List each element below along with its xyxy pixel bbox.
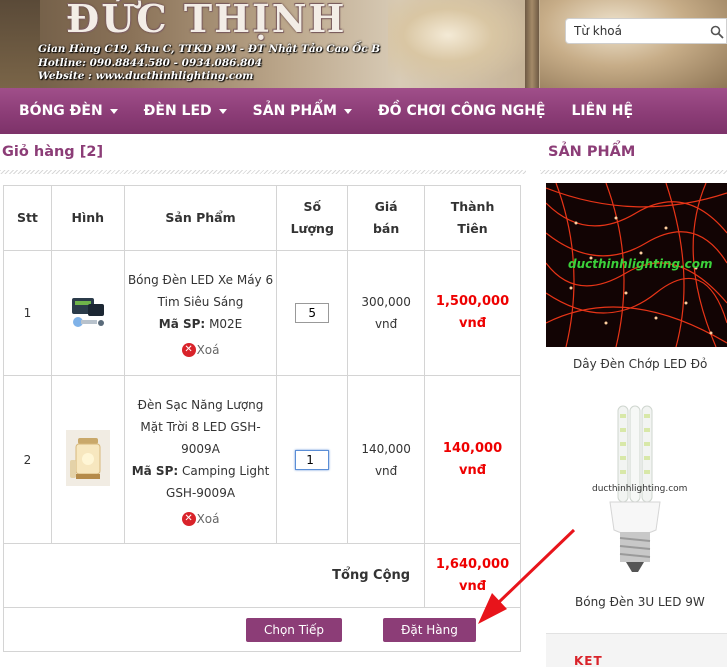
col-header-stt: Stt [3, 185, 52, 251]
remove-icon: ✕ [181, 343, 196, 357]
table-row: 2 Đèn Sạc Năng Lượng Mặt Trời 8 LED GSH-… [3, 375, 521, 544]
cart-title: Giỏ hàng [2] [2, 144, 104, 160]
chevron-down-icon [109, 108, 118, 114]
sum-label: Tổng Cộng [2, 543, 426, 608]
main-nav: BÓNG ĐÈN ĐÈN LED SẢN PHẨM ĐỒ CHƠI CÔNG N… [0, 88, 727, 134]
product-image-solar-lantern[interactable] [65, 430, 110, 486]
table-header-row: Stt Hình Sản Phẩm Số Lượng Giá bán Thành Ti… [3, 185, 521, 251]
price-unit: vnđ [374, 463, 398, 478]
product-cell: Bóng Đèn LED Xe Máy 6 Tim Siêu Sáng Mã S… [123, 250, 278, 376]
header-banner: ĐỨC THỊNH Gian Hàng C19, Khu C, TTKD ĐM … [0, 0, 727, 88]
nav-item-bong-den[interactable]: BÓNG ĐÈN [19, 103, 118, 119]
title-divider [540, 170, 727, 174]
price-unit: vnđ [374, 317, 398, 331]
sidebar-title: SẢN PHẨM [548, 144, 636, 160]
remove-item-button[interactable]: ✕ Xoá [181, 343, 220, 357]
summary-row: Tổng Cộng 1,640,000 vnđ [2, 543, 521, 608]
chevron-down-icon [343, 108, 352, 114]
banner-photo-left [0, 0, 40, 88]
product-name[interactable]: Đèn Sạc Năng Lượng Mặt Trời 8 LED GSH-90… [125, 394, 277, 460]
nav-item-den-led[interactable]: ĐÈN LED [144, 103, 227, 119]
image-watermark: ducthinhlighting.com [568, 257, 713, 271]
quantity-input[interactable] [295, 449, 330, 470]
product-thumbnail[interactable] [50, 250, 125, 376]
remove-label: Xoá [196, 343, 220, 357]
quantity-input[interactable] [295, 303, 330, 323]
row-stt: 1 [3, 250, 52, 376]
line-total: 140,000 [442, 440, 503, 456]
store-address: Gian Hàng C19, Khu C, TTKD ĐM - ĐT Nhật … [38, 43, 381, 55]
total-unit: vnđ [459, 316, 487, 331]
chevron-down-icon [218, 108, 227, 114]
sum-cell: 1,640,000 vnđ [424, 543, 521, 608]
unit-price: 140,000 [361, 441, 411, 456]
grand-total-unit: vnđ [459, 578, 487, 594]
price-cell: 300,000 vnđ [347, 250, 426, 376]
store-hotline: Hotline: 090.8844.580 - 0934.086.804 [38, 57, 263, 69]
search-icon[interactable] [710, 25, 724, 39]
search-box [565, 18, 727, 44]
brand-logo-text[interactable]: ĐỨC THỊNH [66, 0, 346, 41]
sidebar-product-image-3u-led[interactable]: ducthinhlighting.com [580, 400, 690, 582]
row-stt: 2 [3, 375, 52, 544]
product-code: Mã SP: M02E [158, 317, 243, 331]
total-cell: 140,000 vnđ [424, 375, 521, 544]
sidebar-product-image-red-led-string[interactable]: ducthinhlighting.com [546, 183, 727, 347]
table-row: 1 Bóng Đèn LED Xe Máy 6 Tim Siêu Sáng Mã… [3, 250, 521, 376]
nav-item-label: ĐỒ CHƠI CÔNG NGHỆ [377, 103, 546, 119]
remove-item-button[interactable]: ✕ Xoá [181, 511, 220, 526]
product-cell: Đèn Sạc Năng Lượng Mặt Trời 8 LED GSH-90… [123, 375, 278, 544]
product-image-led-bulb[interactable] [66, 292, 110, 332]
nav-item-label: SẢN PHẨM [252, 103, 337, 119]
sidebar-product-caption[interactable]: Dây Đèn Chớp LED Đỏ [573, 357, 707, 371]
continue-shopping-button[interactable]: Chọn Tiếp [246, 618, 342, 642]
total-cell: 1,500,000 vnđ [424, 250, 521, 376]
image-watermark: ducthinhlighting.com [592, 484, 688, 494]
price-cell: 140,000 vnđ [347, 375, 426, 544]
title-divider [0, 170, 526, 174]
banner-lamp-photo [388, 0, 538, 88]
cart-table: Stt Hình Sản Phẩm Số Lượng Giá bán Thành Ti… [2, 185, 521, 652]
nav-item-label: ĐÈN LED [143, 103, 212, 119]
search-input[interactable] [566, 19, 706, 43]
nav-item-do-choi-cong-nghe[interactable]: ĐỒ CHƠI CÔNG NGHỆ [378, 103, 546, 119]
nav-item-label: BÓNG ĐÈN [19, 103, 103, 119]
remove-label: Xoá [196, 511, 220, 526]
store-website: Website : www.ducthinhlighting.com [38, 70, 254, 82]
nav-item-san-pham[interactable]: SẢN PHẨM [253, 103, 352, 119]
product-thumbnail[interactable] [50, 375, 125, 544]
col-header-image: Hình [50, 185, 125, 251]
col-header-total: Thành Tiên [424, 185, 521, 251]
qty-cell [276, 375, 349, 544]
ket-logo: KET [574, 654, 603, 667]
banner-chandelier-photo [540, 0, 727, 88]
sidebar-product-image-ket[interactable]: KET [546, 633, 727, 667]
grand-total: 1,640,000 [435, 556, 510, 572]
unit-price: 300,000 [361, 295, 411, 309]
remove-icon: ✕ [181, 511, 196, 526]
col-header-qty: Số Lượng [276, 185, 349, 251]
banner-pillar [525, 0, 539, 88]
nav-item-lien-he[interactable]: LIÊN HỆ [572, 103, 634, 119]
col-header-product: Sản Phẩm [123, 185, 278, 251]
place-order-button[interactable]: Đặt Hàng [383, 618, 476, 642]
nav-item-label: LIÊN HỆ [571, 103, 634, 119]
col-header-price: Giá bán [347, 185, 426, 251]
line-total: 1,500,000 [435, 294, 510, 309]
qty-cell [276, 250, 349, 376]
sidebar-product-caption[interactable]: Bóng Đèn 3U LED 9W [575, 595, 705, 609]
product-code: Mã SP: Camping Light GSH-9009A [131, 463, 270, 500]
total-unit: vnđ [459, 462, 487, 478]
product-name[interactable]: Bóng Đèn LED Xe Máy 6 Tim Siêu Sáng [125, 269, 277, 313]
